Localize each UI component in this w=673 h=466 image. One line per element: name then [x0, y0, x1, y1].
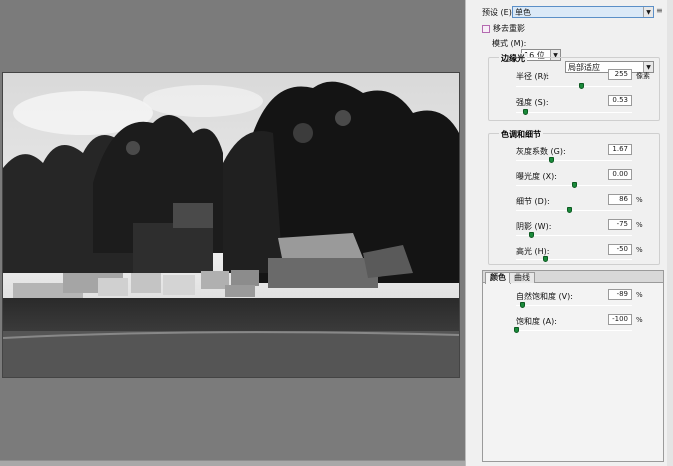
gamma-slider-thumb[interactable] [548, 157, 554, 163]
strength-label: 强度 (S): [516, 98, 549, 107]
gamma-slider-track[interactable] [516, 160, 632, 161]
chevron-down-icon: ▼ [643, 7, 653, 17]
saturation-slider-thumb[interactable] [514, 327, 519, 333]
photo-preview [2, 72, 460, 378]
highlight-input[interactable]: -50 [608, 244, 632, 255]
preset-label: 预设 (E): [482, 8, 515, 17]
strength-input[interactable]: 0.53 [608, 95, 632, 106]
edge-glow-title: 边缘光 [499, 53, 527, 64]
saturation-slider-track[interactable] [516, 330, 632, 331]
highlight-slider-track[interactable] [516, 259, 632, 260]
highlight-unit: % [636, 246, 643, 254]
canvas-status-bar [0, 460, 465, 466]
detail-input[interactable]: 86 [608, 194, 632, 205]
radius-unit: 像素 [636, 72, 650, 80]
exposure-label: 曝光度 (X): [516, 172, 557, 181]
shadow-slider-thumb[interactable] [529, 232, 535, 238]
vibrance-unit: % [636, 291, 643, 299]
detail-unit: % [636, 196, 643, 204]
panel-side-strip [667, 0, 673, 466]
gamma-input[interactable]: 1.67 [608, 144, 632, 155]
vibrance-input[interactable]: -89 [608, 289, 632, 300]
detail-slider-track[interactable] [516, 210, 632, 211]
vibrance-slider-thumb[interactable] [519, 302, 525, 308]
saturation-unit: % [636, 316, 643, 324]
tab-strip: 颜色 曲线 [483, 271, 663, 284]
gamma-label: 灰度系数 (G): [516, 147, 566, 156]
mode-label: 模式 (M): [492, 39, 527, 48]
shadow-label: 阴影 (W): [516, 222, 552, 231]
tone-detail-group [488, 133, 660, 265]
tab-curves[interactable]: 曲线 [509, 272, 535, 283]
exposure-slider-thumb[interactable] [572, 182, 577, 188]
radius-slider-track[interactable] [516, 86, 632, 87]
tab-color[interactable]: 颜色 [485, 272, 511, 284]
remove-ghost-checkbox[interactable] [482, 24, 490, 33]
vibrance-label: 自然饱和度 (V): [516, 292, 573, 301]
hand-pointer-icon: ☝ [543, 72, 549, 82]
canvas-area [0, 0, 465, 466]
tone-detail-title: 色调和细节 [499, 129, 543, 140]
preset-select[interactable]: 单色 ▼ [512, 6, 654, 18]
shadow-input[interactable]: -75 [608, 219, 632, 230]
highlight-slider-thumb[interactable] [543, 256, 548, 262]
radius-slider-thumb[interactable] [578, 83, 584, 89]
photo-image [3, 73, 459, 377]
vibrance-slider-track[interactable] [516, 305, 632, 306]
shadow-unit: % [636, 221, 643, 229]
detail-label: 细节 (D): [516, 197, 550, 206]
saturation-input[interactable]: -100 [608, 314, 632, 325]
radius-input[interactable]: 255 [608, 69, 632, 80]
strength-slider-track[interactable] [516, 112, 632, 113]
preset-value: 单色 [515, 7, 531, 17]
remove-ghost-label: 移去重影 [493, 24, 525, 33]
saturation-label: 饱和度 (A): [516, 317, 557, 326]
exposure-input[interactable]: 0.00 [608, 169, 632, 180]
panel-menu-icon[interactable]: ≡ [656, 6, 663, 15]
